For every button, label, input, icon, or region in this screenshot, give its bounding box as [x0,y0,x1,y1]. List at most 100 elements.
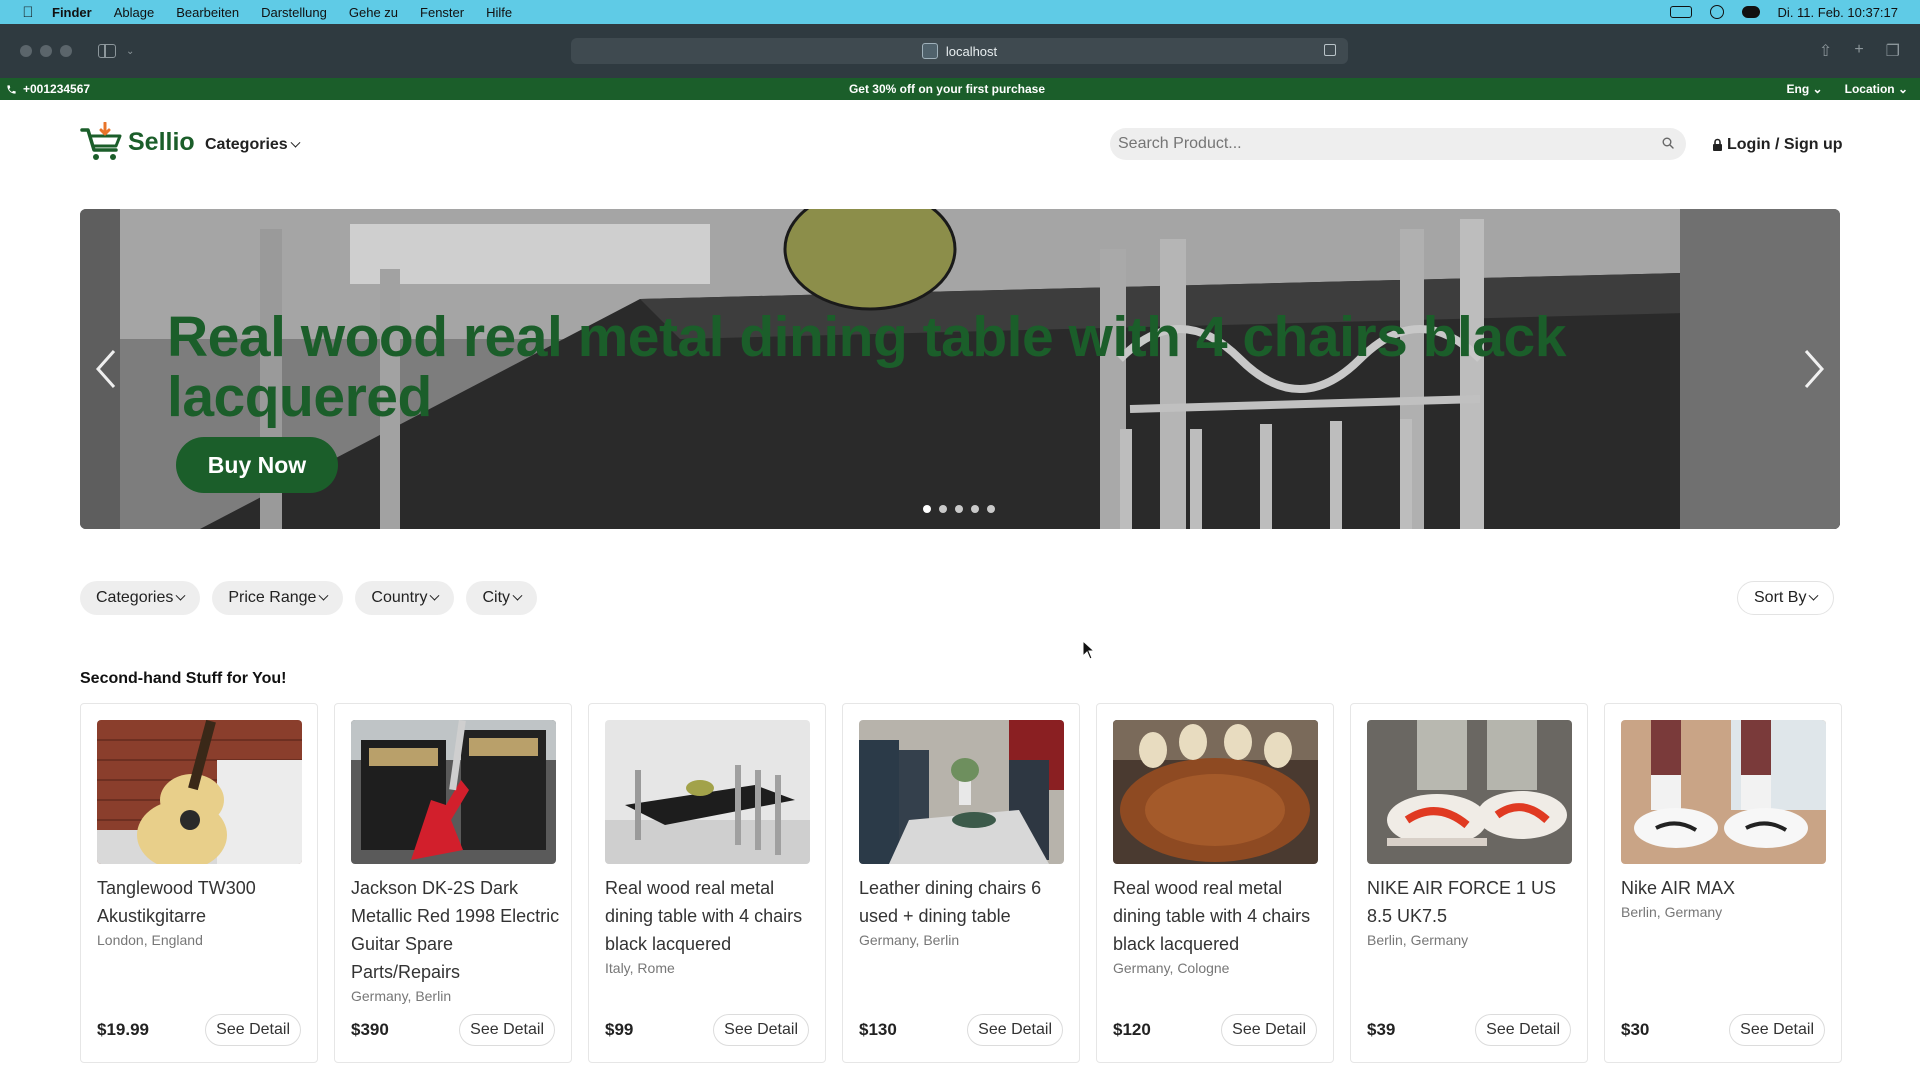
carousel-dot[interactable] [987,505,995,513]
product-price: $30 [1621,1020,1650,1039]
logo[interactable]: Sellio [80,122,195,162]
see-detail-button[interactable]: See Detail [1221,1014,1317,1046]
hero-banner: Real wood real metal dining table with 4… [80,209,1840,529]
location-select[interactable]: Location ⌄ [1845,82,1908,96]
product-image-dining-table-black[interactable] [605,720,810,864]
product-card[interactable]: NIKE AIR FORCE 1 US 8.5 UK7.5 Berlin, Ge… [1350,703,1588,1063]
share-icon[interactable]: ⇧ [1819,41,1832,61]
menu-item-fenster[interactable]: Fenster [420,5,464,20]
url-text: localhost [945,43,998,59]
see-detail-button[interactable]: See Detail [713,1014,809,1046]
apple-icon[interactable]:  [18,4,38,21]
address-bar[interactable]: localhost [571,38,1348,64]
product-location: Berlin, Germany [1367,932,1469,948]
filter-price-range[interactable]: Price Range [212,581,344,615]
zoom-window-button[interactable] [60,45,72,57]
chevron-down-icon[interactable]: ⌄ [126,46,134,57]
new-tab-icon[interactable]: + [1854,41,1863,61]
buy-now-button[interactable]: Buy Now [176,437,338,493]
header-categories-dropdown[interactable]: Categories [205,136,301,154]
menu-item-darstellung[interactable]: Darstellung [261,5,327,20]
brand-name: Sellio [128,127,195,156]
product-price: $120 [1113,1020,1151,1039]
menu-item-gehe-zu[interactable]: Gehe zu [349,5,398,20]
language-select[interactable]: Eng ⌄ [1787,82,1823,96]
see-detail-button[interactable]: See Detail [967,1014,1063,1046]
product-title: Tanglewood TW300 Akustikgitarre London, … [97,874,307,950]
product-title: Leather dining chairs 6 used + dining ta… [859,874,1069,950]
product-card[interactable]: Real wood real metal dining table with 4… [1096,703,1334,1063]
carousel-dot[interactable] [939,505,947,513]
product-location: Germany, Cologne [1113,960,1230,976]
product-location: Berlin, Germany [1621,904,1723,920]
see-detail-button[interactable]: See Detail [459,1014,555,1046]
close-window-button[interactable] [20,45,32,57]
product-location: Germany, Berlin [351,988,452,1004]
chevron-down-icon [512,590,523,601]
chevron-down-icon [290,137,301,148]
carousel-dot[interactable] [955,505,963,513]
menu-item-ablage[interactable]: Ablage [114,5,154,20]
window-controls [20,45,72,57]
product-price: $39 [1367,1020,1396,1039]
product-card[interactable]: Real wood real metal dining table with 4… [588,703,826,1063]
time-machine-icon[interactable] [1709,5,1724,19]
product-card[interactable]: Leather dining chairs 6 used + dining ta… [842,703,1080,1063]
product-image-white-sneakers[interactable] [1621,720,1826,864]
filter-categories[interactable]: Categories [80,581,201,615]
product-card[interactable]: Nike AIR MAX Berlin, Germany $30 See Det… [1604,703,1842,1063]
menu-app-name[interactable]: Finder [52,5,92,20]
product-price: $19.99 [97,1020,149,1039]
carousel-next-icon[interactable] [1794,339,1834,399]
see-detail-button[interactable]: See Detail [1475,1014,1571,1046]
see-detail-button[interactable]: See Detail [205,1014,301,1046]
product-title: Real wood real metal dining table with 4… [1113,874,1323,978]
search-bar[interactable] [1110,128,1686,160]
product-title: NIKE AIR FORCE 1 US 8.5 UK7.5 Berlin, Ge… [1367,874,1577,950]
chevron-down-icon [175,590,186,601]
product-card[interactable]: Tanglewood TW300 Akustikgitarre London, … [80,703,318,1063]
promo-bar: +001234567 Get 30% off on your first pur… [0,78,1920,100]
menu-item-hilfe[interactable]: Hilfe [486,5,512,20]
minimize-window-button[interactable] [40,45,52,57]
site-header: Sellio Categories Login / Sign up [0,100,1920,190]
cart-logo-icon [80,122,122,160]
chevron-down-icon [1809,590,1819,601]
product-image-electric-guitar[interactable] [351,720,556,864]
filter-country[interactable]: Country [355,581,455,615]
carousel-dots [923,505,995,513]
chevron-down-icon [318,590,329,601]
lock-icon [1713,138,1722,151]
sidebar-toggle-icon[interactable] [98,44,116,58]
product-image-red-sneakers[interactable] [1367,720,1572,864]
carousel-prev-icon[interactable] [86,339,126,399]
product-location: London, England [97,932,203,948]
menu-clock[interactable]: Di. 11. Feb. 10:37:17 [1778,5,1898,20]
product-card[interactable]: Jackson DK-2S Dark Metallic Red 1998 Ele… [334,703,572,1063]
battery-icon[interactable] [1669,6,1692,18]
search-input[interactable] [1118,135,1638,153]
browser-toolbar: ⌄ localhost ⇧ + ❐ [0,24,1920,78]
product-price: $390 [351,1020,389,1039]
menu-item-bearbeiten[interactable]: Bearbeiten [176,5,239,20]
search-icon[interactable] [1662,137,1674,149]
login-signup-link[interactable]: Login / Sign up [1712,136,1843,154]
product-grid: Tanglewood TW300 Akustikgitarre London, … [80,703,1842,1063]
favicon-icon [921,43,938,59]
promo-message: Get 30% off on your first purchase [848,82,1046,96]
sort-by-dropdown[interactable]: Sort By [1737,581,1835,615]
tab-overview-icon[interactable]: ❐ [1886,41,1900,61]
carousel-dot[interactable] [971,505,979,513]
reader-icon[interactable] [1324,44,1336,56]
hero-title: Real wood real metal dining table with 4… [167,305,1566,429]
product-title: Real wood real metal dining table with 4… [605,874,815,978]
mouse-cursor-icon [1082,640,1096,660]
filter-city[interactable]: City [466,581,538,615]
carousel-dot[interactable] [923,505,931,513]
product-location: Germany, Berlin [859,932,960,948]
see-detail-button[interactable]: See Detail [1729,1014,1825,1046]
control-center-icon[interactable] [1741,6,1760,18]
product-image-acoustic-guitar[interactable] [97,720,302,864]
product-image-leather-chairs[interactable] [859,720,1064,864]
product-image-wooden-table[interactable] [1113,720,1318,864]
